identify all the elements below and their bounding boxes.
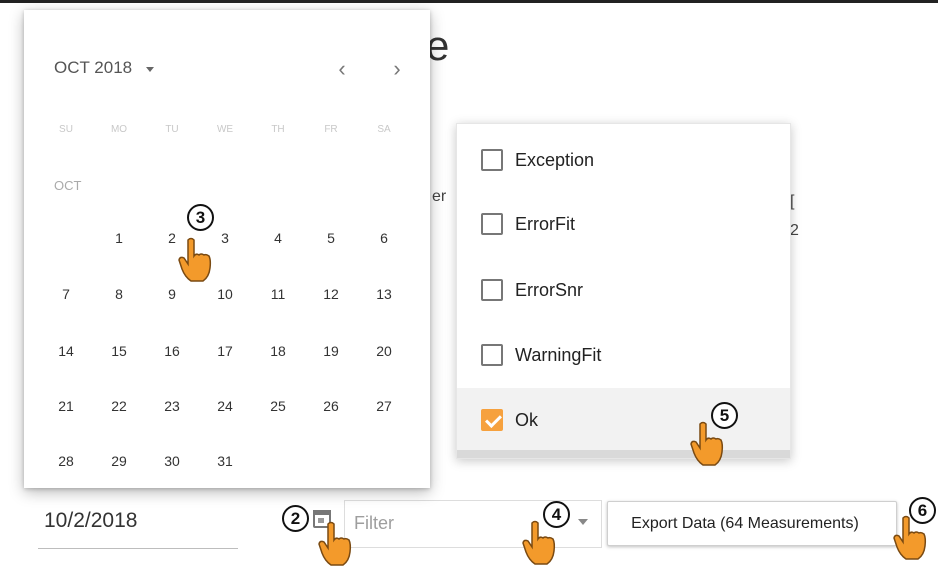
menu-bottom-edge (457, 450, 790, 458)
month-caret-icon[interactable] (146, 67, 154, 72)
weekday-label: SA (377, 124, 391, 135)
checkbox-icon[interactable] (481, 149, 503, 171)
day-cell[interactable]: 17 (205, 343, 245, 359)
day-cell[interactable]: 12 (311, 286, 351, 302)
checkbox-checked-icon[interactable] (481, 409, 503, 431)
top-rule (0, 0, 938, 3)
day-cell[interactable]: 23 (152, 398, 192, 414)
day-cell[interactable]: 24 (205, 398, 245, 414)
weekday-label: FR (324, 124, 338, 135)
pointer-hand-icon (318, 521, 352, 566)
day-cell[interactable]: 9 (152, 286, 192, 302)
checkbox-icon[interactable] (481, 279, 503, 301)
date-input-underline (38, 548, 238, 549)
day-cell[interactable]: 15 (99, 343, 139, 359)
day-cell[interactable]: 11 (258, 286, 298, 302)
menu-item-errorsnr[interactable]: ErrorSnr (457, 258, 790, 322)
step-marker-2: 2 (282, 505, 309, 532)
export-data-button[interactable]: Export Data (64 Measurements) (607, 501, 897, 546)
chevron-left-icon[interactable]: ‹ (332, 56, 352, 82)
weekday-label: WE (216, 124, 234, 135)
day-cell[interactable]: 14 (46, 343, 86, 359)
weekday-label: TH (271, 124, 285, 135)
day-cell[interactable]: 30 (152, 453, 192, 469)
day-cell[interactable]: 26 (311, 398, 351, 414)
date-input[interactable]: 10/2/2018 (44, 509, 137, 533)
day-cell[interactable]: 19 (311, 343, 351, 359)
filter-placeholder: Filter (354, 513, 394, 533)
day-cell[interactable]: 10 (205, 286, 245, 302)
dropdown-arrow-icon[interactable] (578, 519, 588, 525)
day-cell[interactable]: 5 (311, 230, 351, 246)
day-cell[interactable]: 4 (258, 230, 298, 246)
pointer-hand-icon (893, 515, 927, 560)
menu-item-errorfit[interactable]: ErrorFit (457, 192, 790, 256)
checkbox-icon[interactable] (481, 213, 503, 235)
menu-item-label: WarningFit (515, 344, 602, 365)
day-cell[interactable]: 18 (258, 343, 298, 359)
screen: e er [ 2 10/2/2018 Filter Export Data (6… (0, 0, 938, 577)
day-cell[interactable]: 16 (152, 343, 192, 359)
day-cell[interactable]: 22 (99, 398, 139, 414)
day-cell[interactable]: 7 (46, 286, 86, 302)
checkbox-icon[interactable] (481, 344, 503, 366)
menu-item-warningfit[interactable]: WarningFit (457, 323, 790, 387)
day-cell[interactable]: 1 (99, 230, 139, 246)
day-cell[interactable]: 8 (99, 286, 139, 302)
chevron-right-icon[interactable]: › (387, 56, 407, 82)
weekday-label: SU (59, 124, 73, 135)
menu-item-label: ErrorSnr (515, 279, 584, 300)
day-cell[interactable]: 29 (99, 453, 139, 469)
step-marker-3: 3 (187, 204, 214, 231)
weekday-label: TU (165, 124, 179, 135)
day-cell[interactable]: 28 (46, 453, 86, 469)
menu-item-label: ErrorFit (515, 213, 575, 234)
day-cell[interactable]: 25 (258, 398, 298, 414)
pointer-hand-icon (690, 421, 724, 466)
day-cell[interactable]: 13 (364, 286, 404, 302)
menu-item-ok[interactable]: Ok (457, 388, 790, 452)
menu-item-exception[interactable]: Exception (457, 128, 790, 192)
column-header-fragment: er (432, 188, 447, 205)
day-cell[interactable]: 6 (364, 230, 404, 246)
month-year-selector[interactable]: OCT 2018 (54, 58, 132, 78)
pointer-hand-icon (178, 237, 212, 282)
date-picker-popup: OCT 2018 ‹ › SU MO TU WE TH FR SA OCT 1 … (24, 10, 430, 488)
day-cell[interactable]: 21 (46, 398, 86, 414)
column-value-fragment-right: 2 (790, 222, 799, 239)
day-cell[interactable]: 31 (205, 453, 245, 469)
day-cell[interactable]: 27 (364, 398, 404, 414)
day-cell[interactable]: 20 (364, 343, 404, 359)
month-section-label: OCT (54, 178, 82, 193)
menu-item-label: Ok (515, 409, 539, 430)
menu-item-label: Exception (515, 149, 595, 170)
pointer-hand-icon (522, 520, 556, 565)
status-filter-menu: Exception ErrorFit ErrorSnr WarningFit O… (456, 123, 791, 459)
weekday-label: MO (110, 124, 128, 135)
